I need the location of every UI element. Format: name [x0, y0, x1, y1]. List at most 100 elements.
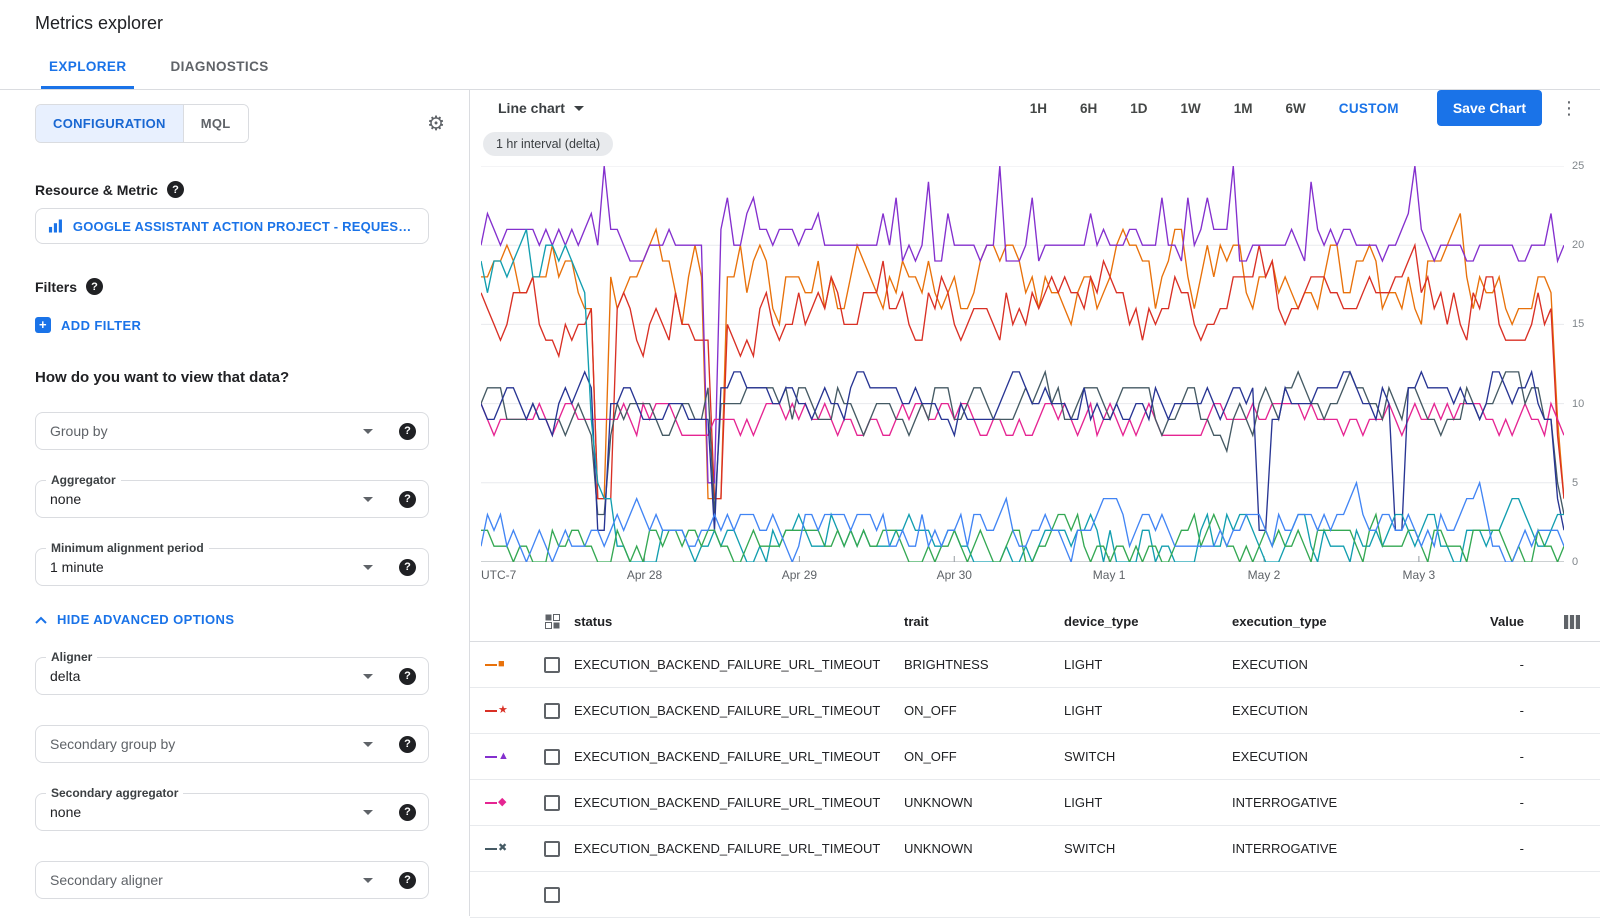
device-type-cell: LIGHT: [1064, 657, 1232, 672]
group-by-select[interactable]: Group by ?: [35, 412, 429, 450]
toggle-all-series-icon[interactable]: [545, 614, 560, 629]
y-tick-label: 20: [1572, 239, 1584, 251]
field-value: 1 minute: [50, 559, 363, 575]
value-cell: -: [1482, 841, 1544, 856]
main-content: CONFIGURATION MQL ⚙ Resource & Metric ? …: [0, 90, 1600, 916]
execution-type-cell: EXECUTION: [1232, 657, 1482, 672]
series-marker: ■: [483, 659, 530, 670]
add-filter-label: ADD FILTER: [61, 318, 141, 333]
tab-explorer[interactable]: EXPLORER: [41, 46, 134, 89]
secondary-aligner-select[interactable]: Secondary aligner ?: [35, 861, 429, 899]
table-row: ✖ EXECUTION_BACKEND_FAILURE_URL_TIMEOUT …: [470, 826, 1600, 872]
col-status: status: [574, 614, 904, 629]
help-icon[interactable]: ?: [399, 872, 416, 889]
trait-cell: UNKNOWN: [904, 795, 1064, 810]
filters-section: Filters ?: [35, 278, 449, 295]
help-icon[interactable]: ?: [167, 181, 184, 198]
range-1w[interactable]: 1W: [1181, 101, 1201, 116]
field-value: none: [50, 491, 363, 507]
mql-tab[interactable]: MQL: [183, 105, 248, 142]
column-selector-icon[interactable]: [1564, 615, 1580, 629]
view-data-question: How do you want to view that data?: [35, 369, 449, 386]
chevron-down-icon: [574, 106, 584, 111]
y-tick-label: 5: [1572, 477, 1578, 489]
series-marker: ◆: [483, 797, 530, 808]
row-checkbox[interactable]: [544, 887, 560, 903]
series-marker: ★: [483, 705, 530, 716]
range-1h[interactable]: 1H: [1030, 101, 1047, 116]
table-header: status trait device_type execution_type …: [470, 602, 1600, 642]
range-1d[interactable]: 1D: [1130, 101, 1147, 116]
help-icon[interactable]: ?: [399, 423, 416, 440]
y-tick-label: 25: [1572, 160, 1584, 172]
chevron-down-icon: [363, 878, 373, 883]
chevron-down-icon: [363, 565, 373, 570]
resource-metric-label: Resource & Metric: [35, 182, 158, 198]
field-label: Minimum alignment period: [46, 541, 209, 555]
field-value: Secondary aligner: [50, 872, 363, 888]
chart-type-select[interactable]: Line chart: [498, 100, 584, 116]
chevron-down-icon: [363, 497, 373, 502]
help-icon[interactable]: ?: [86, 278, 103, 295]
secondary-group-by-select[interactable]: Secondary group by ?: [35, 725, 429, 763]
aggregator-select[interactable]: Aggregator none ?: [35, 480, 429, 518]
field-value: delta: [50, 668, 363, 684]
field-value: none: [50, 804, 363, 820]
status-cell: EXECUTION_BACKEND_FAILURE_URL_TIMEOUT: [574, 749, 904, 764]
field-label: Aggregator: [46, 473, 121, 487]
configuration-tab[interactable]: CONFIGURATION: [36, 105, 183, 142]
table-row: ▲ EXECUTION_BACKEND_FAILURE_URL_TIMEOUT …: [470, 734, 1600, 780]
filters-label: Filters: [35, 279, 77, 295]
aligner-select[interactable]: Aligner delta ?: [35, 657, 429, 695]
range-custom[interactable]: CUSTOM: [1339, 101, 1399, 116]
x-tick-label: May 2: [1248, 568, 1281, 582]
row-checkbox[interactable]: [544, 703, 560, 719]
field-value: Secondary group by: [50, 736, 363, 752]
help-icon[interactable]: ?: [399, 559, 416, 576]
add-filter-button[interactable]: + ADD FILTER: [35, 317, 141, 333]
series-line-4: [481, 372, 1564, 515]
value-cell: -: [1482, 703, 1544, 718]
row-checkbox[interactable]: [544, 657, 560, 673]
tab-diagnostics[interactable]: DIAGNOSTICS: [162, 46, 276, 89]
x-tick-label: Apr 28: [627, 568, 662, 582]
execution-type-cell: INTERROGATIVE: [1232, 795, 1482, 810]
row-checkbox[interactable]: [544, 749, 560, 765]
chevron-down-icon: [363, 429, 373, 434]
gear-icon[interactable]: ⚙: [427, 111, 445, 136]
x-tick-label: May 1: [1093, 568, 1126, 582]
hide-advanced-options-link[interactable]: HIDE ADVANCED OPTIONS: [35, 612, 449, 627]
secondary-aggregator-select[interactable]: Secondary aggregator none ?: [35, 793, 429, 831]
device-type-cell: LIGHT: [1064, 703, 1232, 718]
help-icon[interactable]: ?: [399, 668, 416, 685]
help-icon[interactable]: ?: [399, 491, 416, 508]
status-cell: EXECUTION_BACKEND_FAILURE_URL_TIMEOUT: [574, 795, 904, 810]
table-row: ■ EXECUTION_BACKEND_FAILURE_URL_TIMEOUT …: [470, 642, 1600, 688]
help-icon[interactable]: ?: [399, 804, 416, 821]
table-row: ★ EXECUTION_BACKEND_FAILURE_URL_TIMEOUT …: [470, 688, 1600, 734]
mode-row: CONFIGURATION MQL ⚙: [35, 104, 449, 143]
range-1m[interactable]: 1M: [1234, 101, 1253, 116]
row-checkbox[interactable]: [544, 841, 560, 857]
time-range-group: 1H 6H 1D 1W 1M 6W CUSTOM: [1030, 101, 1399, 116]
utc-label: UTC-7: [481, 568, 516, 582]
chevron-down-icon: [363, 810, 373, 815]
value-cell: -: [1482, 657, 1544, 672]
tab-bar: EXPLORER DIAGNOSTICS: [0, 46, 1600, 90]
help-icon[interactable]: ?: [399, 736, 416, 753]
trait-cell: ON_OFF: [904, 703, 1064, 718]
chevron-down-icon: [363, 742, 373, 747]
y-tick-label: 0: [1572, 556, 1578, 568]
more-options-icon[interactable]: ⋮: [1560, 98, 1578, 119]
metric-selector[interactable]: GOOGLE ASSISTANT ACTION PROJECT - REQUES…: [35, 208, 429, 244]
range-6h[interactable]: 6H: [1080, 101, 1097, 116]
line-chart[interactable]: 2520151050 UTC-7Apr 28Apr 29Apr 30May 1M…: [481, 166, 1600, 586]
min-alignment-select[interactable]: Minimum alignment period 1 minute ?: [35, 548, 429, 586]
series-marker: ▲: [483, 751, 530, 762]
range-6w[interactable]: 6W: [1286, 101, 1306, 116]
resource-metric-section: Resource & Metric ?: [35, 181, 449, 198]
save-chart-button[interactable]: Save Chart: [1437, 90, 1542, 126]
status-cell: EXECUTION_BACKEND_FAILURE_URL_TIMEOUT: [574, 657, 904, 672]
row-checkbox[interactable]: [544, 795, 560, 811]
interval-chip[interactable]: 1 hr interval (delta): [483, 132, 613, 156]
